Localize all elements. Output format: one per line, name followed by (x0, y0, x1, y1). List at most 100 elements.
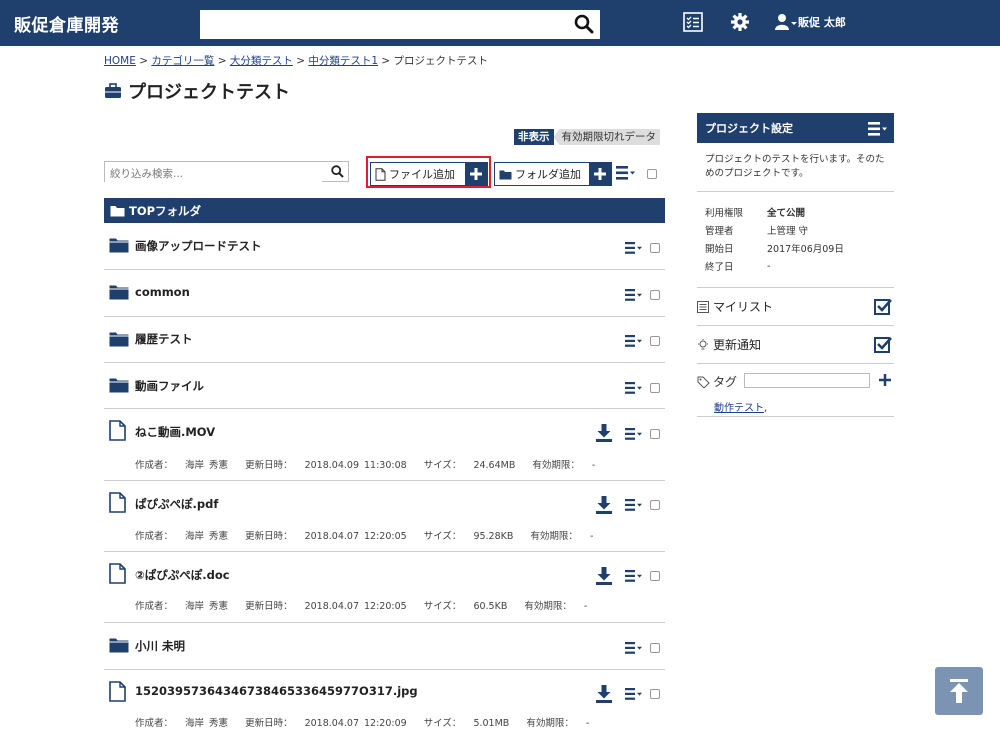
breadcrumb-middle[interactable]: 中分類テスト1 (308, 55, 378, 67)
checkbox-checked-icon[interactable] (874, 336, 892, 353)
file-row[interactable]: ②ぱぴぷぺぽ.doc 作成者： 海岸 秀憲 更新日時： 2018.04.07 12:… (104, 552, 665, 623)
row-name[interactable]: common (135, 285, 190, 299)
file-meta: 作成者： 海岸 秀憲 更新日時： 2018.04.07 12:20:05 サイズ： 9… (135, 531, 594, 542)
toggle-expired[interactable]: 有効期限切れデータ (553, 129, 660, 145)
row-checkbox[interactable] (650, 500, 660, 510)
back-to-top-button[interactable] (935, 667, 983, 715)
folder-icon (110, 205, 125, 216)
project-properties: 利用権限 全て公開 管理者 上管理 守 開始日 2017年06月09日 終了日 - (697, 192, 894, 288)
menu-icon[interactable] (625, 688, 643, 700)
download-icon[interactable] (596, 424, 612, 442)
user-name: 販促 太郎 (798, 16, 846, 29)
search-input[interactable] (206, 10, 570, 39)
search-icon[interactable] (331, 165, 344, 178)
checkbox-checked-icon[interactable] (874, 298, 892, 315)
row-name[interactable]: 画像アップロードテスト (135, 238, 262, 254)
menu-icon[interactable] (625, 428, 643, 440)
menu-icon[interactable] (625, 642, 643, 654)
top-header: 販促倉庫開発 販促 太郎 (0, 0, 1000, 46)
folder-icon (109, 332, 129, 347)
project-sidebar: プロジェクト設定 プロジェクトのテストを行います。そのためのプロジェクトです。 … (697, 113, 894, 417)
user-icon (775, 14, 797, 30)
arrow-up-icon (950, 679, 968, 703)
list-icon[interactable] (683, 12, 703, 32)
top-folder-bar[interactable]: TOPフォルダ (104, 198, 665, 223)
row-name[interactable]: 動画ファイル (135, 378, 204, 394)
row-name[interactable]: ②ぱぴぷぺぽ.doc (135, 567, 230, 583)
file-icon (109, 420, 126, 441)
folder-row[interactable]: 動画ファイル (104, 363, 665, 409)
add-file-button[interactable]: ファイル追加 (370, 162, 488, 186)
folder-icon (109, 238, 129, 253)
tag-icon (697, 376, 710, 388)
filter-input[interactable] (105, 163, 322, 185)
row-name[interactable]: 1520395736434673846533645977O317.jpg (135, 684, 418, 698)
tag-section: タグ 動作テスト, (697, 364, 894, 417)
row-name[interactable]: ねこ動画.MOV (135, 424, 215, 440)
row-checkbox[interactable] (650, 689, 660, 699)
row-checkbox[interactable] (650, 290, 660, 300)
breadcrumb-home[interactable]: HOME (104, 55, 136, 67)
row-checkbox[interactable] (650, 429, 660, 439)
row-name[interactable]: 小川 未明 (135, 638, 185, 654)
lightbulb-icon (698, 338, 708, 349)
add-tag-icon[interactable] (879, 374, 891, 386)
file-row[interactable]: ねこ動画.MOV 作成者： 海岸 秀憲 更新日時： 2018.04.09 11:30… (104, 409, 665, 481)
list-icon (697, 300, 709, 313)
folder-icon (109, 378, 129, 393)
file-row[interactable]: ぱぴぷぺぽ.pdf 作成者： 海岸 秀憲 更新日時： 2018.04.07 12:2… (104, 481, 665, 552)
breadcrumb-current: プロジェクトテスト (393, 55, 489, 67)
breadcrumb-category[interactable]: カテゴリ一覧 (151, 55, 214, 67)
file-meta: 作成者： 海岸 秀憲 更新日時： 2018.04.07 12:20:09 サイズ： 5… (135, 718, 590, 729)
menu-icon[interactable] (625, 570, 643, 582)
briefcase-icon (105, 83, 121, 98)
row-checkbox[interactable] (650, 643, 660, 653)
row-name[interactable]: ぱぴぷぺぽ.pdf (135, 496, 218, 512)
breadcrumb: HOME > カテゴリ一覧 > 大分類テスト > 中分類テスト1 > プロジェク… (104, 55, 489, 67)
file-meta: 作成者： 海岸 秀憲 更新日時： 2018.04.09 11:30:08 サイズ： 2… (135, 460, 596, 471)
download-icon[interactable] (596, 496, 612, 514)
gear-icon[interactable] (730, 12, 750, 32)
sidebar-header: プロジェクト設定 (697, 113, 894, 143)
file-meta: 作成者： 海岸 秀憲 更新日時： 2018.04.07 12:20:05 サイズ： 6… (135, 601, 588, 612)
row-checkbox[interactable] (650, 243, 660, 253)
user-menu[interactable]: 販促 太郎 (775, 13, 846, 31)
file-icon (109, 492, 126, 513)
app-title[interactable]: 販促倉庫開発 (14, 11, 119, 36)
menu-icon[interactable] (625, 382, 643, 394)
file-icon (109, 563, 126, 584)
tag-link[interactable]: 動作テスト (714, 403, 764, 414)
menu-icon[interactable] (625, 499, 643, 511)
row-name[interactable]: 履歴テスト (135, 331, 193, 347)
row-checkbox[interactable] (650, 571, 660, 581)
folder-row[interactable]: 履歴テスト (104, 317, 665, 363)
global-search (200, 10, 600, 39)
download-icon[interactable] (596, 685, 612, 703)
add-folder-button[interactable]: フォルダ追加 (494, 162, 612, 186)
mylist-item[interactable]: マイリスト (697, 288, 894, 326)
row-checkbox[interactable] (650, 383, 660, 393)
toggle-hide[interactable]: 非表示 (514, 129, 554, 145)
page-title: プロジェクトテスト (104, 78, 290, 104)
menu-icon[interactable] (625, 289, 643, 301)
expired-toggle[interactable]: 非表示 有効期限切れデータ (514, 129, 660, 145)
folder-icon (109, 638, 129, 653)
folder-row[interactable]: 画像アップロードテスト (104, 223, 665, 270)
file-row[interactable]: 1520395736434673846533645977O317.jpg 作成者… (104, 670, 665, 732)
download-icon[interactable] (596, 567, 612, 585)
notify-item[interactable]: 更新通知 (697, 326, 894, 364)
tag-input[interactable] (744, 373, 870, 388)
folder-icon (109, 285, 129, 300)
file-icon (109, 681, 126, 702)
search-icon[interactable] (574, 14, 594, 34)
folder-row[interactable]: common (104, 270, 665, 317)
menu-icon[interactable] (625, 335, 643, 347)
menu-icon[interactable] (868, 122, 888, 136)
breadcrumb-large[interactable]: 大分類テスト (230, 55, 293, 67)
menu-icon[interactable] (616, 166, 636, 180)
project-description: プロジェクトのテストを行います。そのためのプロジェクトです。 (697, 143, 894, 192)
select-all-checkbox[interactable] (647, 169, 657, 179)
menu-icon[interactable] (625, 242, 643, 254)
row-checkbox[interactable] (650, 336, 660, 346)
folder-row[interactable]: 小川 未明 (104, 623, 665, 670)
